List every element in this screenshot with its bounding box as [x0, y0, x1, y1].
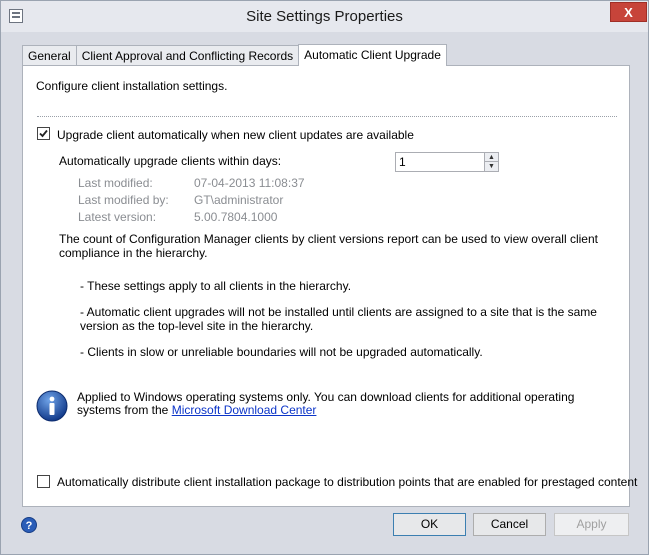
upgrade-automatically-checkbox[interactable]: [37, 127, 50, 140]
report-note: The count of Configuration Manager clien…: [59, 232, 598, 260]
days-stepper[interactable]: ▲ ▼: [484, 152, 499, 172]
tab-strip: General Client Approval and Conflicting …: [22, 44, 447, 66]
last-modified-by-value: GT\administrator: [194, 193, 284, 207]
last-modified-value: 07-04-2013 11:08:37: [194, 176, 305, 190]
distribute-package-label[interactable]: Automatically distribute client installa…: [57, 475, 637, 489]
latest-version-value: 5.00.7804.1000: [194, 210, 278, 224]
checkmark-icon: [39, 129, 48, 138]
tab-automatic-client-upgrade[interactable]: Automatic Client Upgrade: [298, 44, 447, 66]
separator: [37, 116, 617, 117]
stepper-down-icon[interactable]: ▼: [485, 162, 498, 171]
intro-text: Configure client installation settings.: [36, 79, 228, 93]
cancel-button[interactable]: Cancel: [473, 513, 546, 536]
info-text: Applied to Windows operating systems onl…: [77, 390, 575, 417]
note-site-version: - Automatic client upgrades will not be …: [80, 305, 597, 333]
info-icon: [36, 390, 68, 422]
help-icon[interactable]: ?: [21, 517, 37, 533]
note-all-clients: - These settings apply to all clients in…: [80, 279, 352, 293]
apply-button[interactable]: Apply: [554, 513, 629, 536]
ok-button[interactable]: OK: [393, 513, 466, 536]
dialog-window: Site Settings Properties X General Clien…: [0, 0, 649, 555]
days-input[interactable]: 1: [395, 152, 485, 172]
tab-general[interactable]: General: [22, 45, 77, 66]
last-modified-by-label: Last modified by:: [78, 193, 169, 207]
note-slow-boundaries: - Clients in slow or unreliable boundari…: [80, 345, 483, 359]
svg-text:?: ?: [26, 520, 33, 532]
tab-panel: Configure client installation settings. …: [22, 65, 637, 507]
microsoft-download-center-link[interactable]: Microsoft Download Center: [172, 403, 317, 417]
window-title: Site Settings Properties: [246, 8, 403, 25]
days-label: Automatically upgrade clients within day…: [59, 154, 282, 168]
tab-client-approval[interactable]: Client Approval and Conflicting Records: [75, 45, 300, 66]
info-message: Applied to Windows operating systems onl…: [77, 391, 607, 417]
stepper-up-icon[interactable]: ▲: [485, 153, 498, 162]
latest-version-label: Latest version:: [78, 210, 157, 224]
close-icon: X: [624, 4, 633, 20]
distribute-package-checkbox[interactable]: [37, 475, 50, 488]
last-modified-label: Last modified:: [78, 176, 153, 190]
title-bar: Site Settings Properties X: [1, 1, 648, 32]
upgrade-automatically-label[interactable]: Upgrade client automatically when new cl…: [57, 128, 414, 142]
close-button[interactable]: X: [610, 2, 647, 22]
